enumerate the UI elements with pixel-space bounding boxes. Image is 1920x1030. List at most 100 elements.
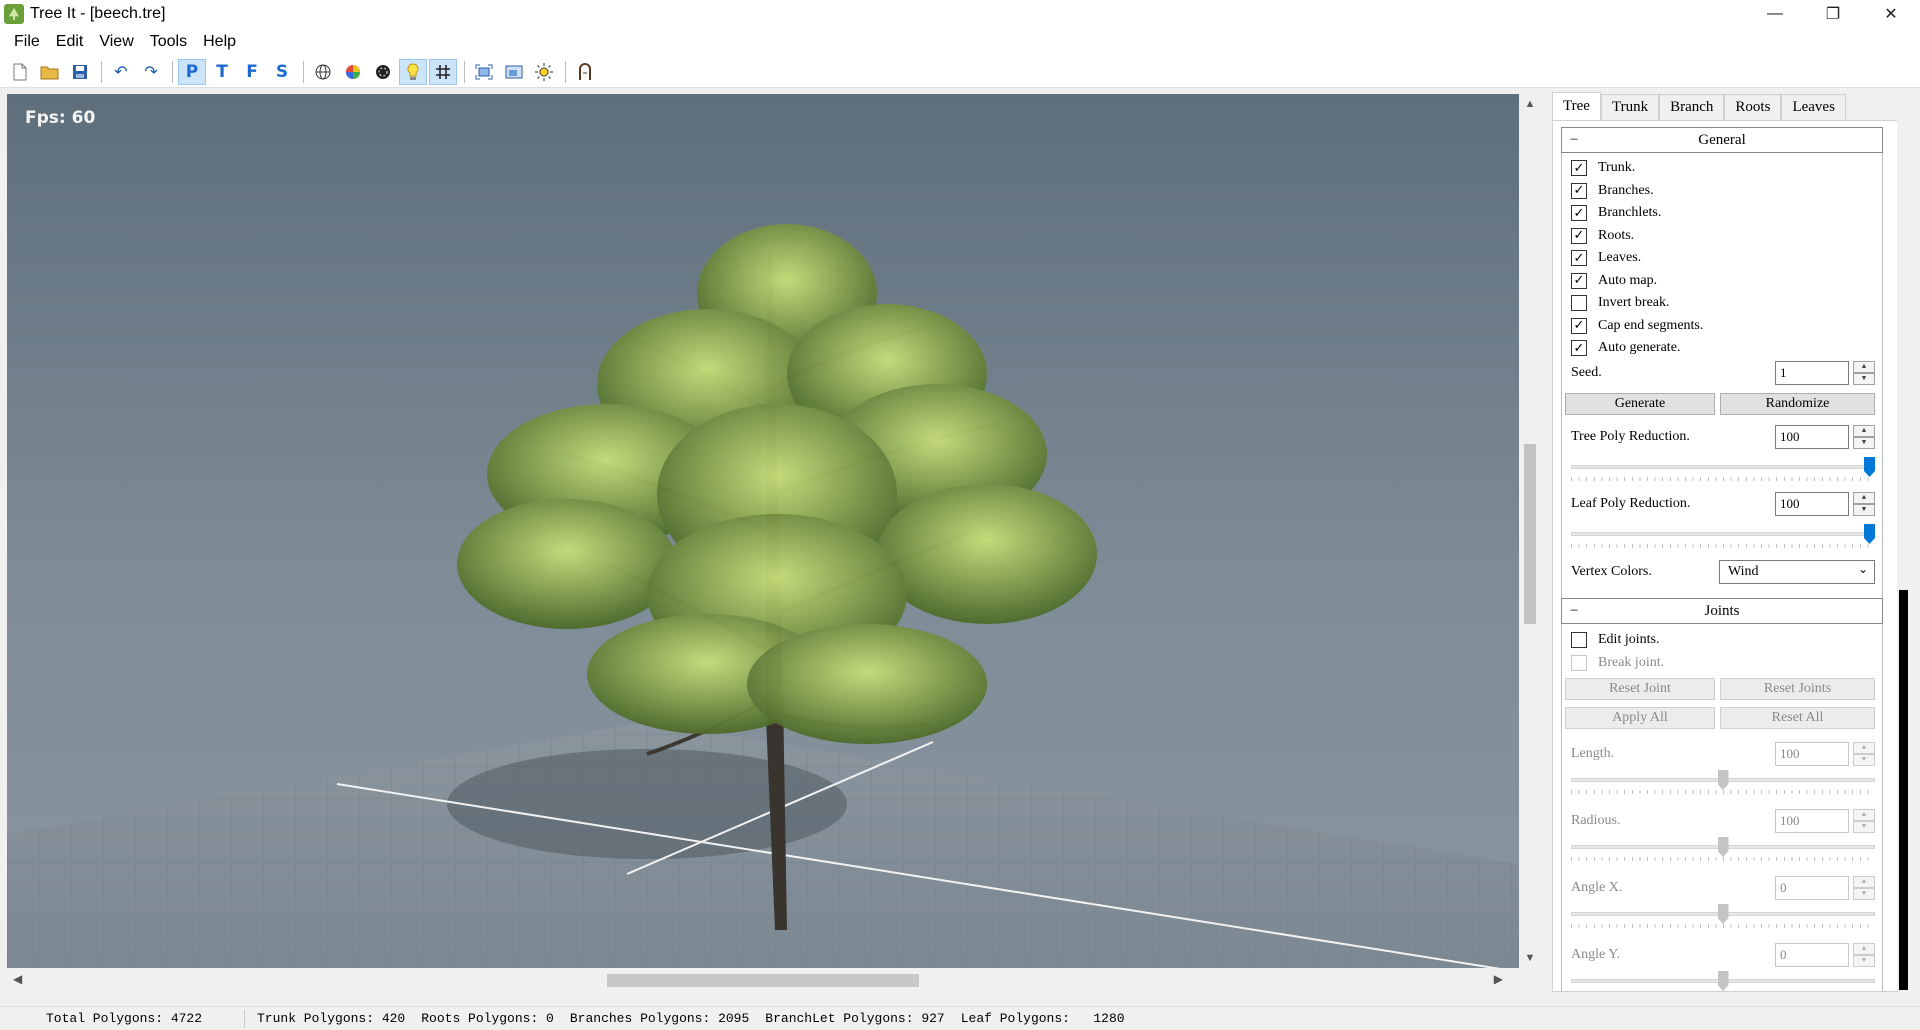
leaf-poly-reduction-spinbox[interactable]: 100 ▲ ▼ bbox=[1775, 492, 1875, 516]
seed-input[interactable]: 1 bbox=[1775, 361, 1849, 385]
close-button[interactable]: ✕ bbox=[1862, 0, 1920, 28]
general-checkbox[interactable]: ✓ Auto map. bbox=[1571, 271, 1657, 291]
color-wheel-icon[interactable] bbox=[339, 59, 367, 85]
spin-down-icon[interactable]: ▼ bbox=[1853, 504, 1875, 516]
redo-icon[interactable]: ↷ bbox=[137, 59, 165, 85]
viewport-vertical-scrollbar[interactable]: ▲ ▼ bbox=[1521, 94, 1539, 968]
tree-poly-reduction-input[interactable]: 100 bbox=[1775, 425, 1849, 449]
wind-icon[interactable] bbox=[571, 59, 599, 85]
general-section-header[interactable]: − General bbox=[1561, 127, 1883, 153]
apply-all-button[interactable]: Apply All bbox=[1565, 707, 1715, 729]
leaf-poly-reduction-input[interactable]: 100 bbox=[1775, 492, 1849, 516]
tab-branch[interactable]: Branch bbox=[1659, 94, 1725, 120]
angle-y-input[interactable]: 0 bbox=[1775, 943, 1849, 967]
vertical-scroll-thumb[interactable] bbox=[1524, 444, 1536, 624]
checkmark-icon[interactable]: ✓ bbox=[1571, 160, 1587, 176]
tab-leaves[interactable]: Leaves bbox=[1781, 94, 1846, 120]
viewport-horizontal-scrollbar[interactable]: ◀ ▶ bbox=[7, 970, 1519, 990]
front-view-button[interactable]: F bbox=[238, 59, 266, 85]
scroll-left-icon[interactable]: ◀ bbox=[13, 972, 22, 986]
checkmark-icon[interactable]: ✓ bbox=[1571, 205, 1587, 221]
seed-spinbox[interactable]: 1 ▲ ▼ bbox=[1775, 361, 1875, 385]
side-view-button[interactable]: S bbox=[268, 59, 296, 85]
generate-button[interactable]: Generate bbox=[1565, 393, 1715, 415]
checkmark-icon[interactable]: ✓ bbox=[1571, 272, 1587, 289]
tree-poly-reduction-slider[interactable] bbox=[1571, 457, 1875, 487]
tab-tree[interactable]: Tree bbox=[1552, 92, 1601, 120]
texture-icon[interactable] bbox=[369, 59, 397, 85]
menu-help[interactable]: Help bbox=[195, 33, 244, 51]
slider-thumb[interactable] bbox=[1717, 837, 1729, 857]
slider-thumb[interactable] bbox=[1717, 904, 1729, 924]
spin-down-icon[interactable]: ▼ bbox=[1853, 437, 1875, 449]
scroll-right-icon[interactable]: ▶ bbox=[1494, 972, 1503, 986]
reset-joint-button[interactable]: Reset Joint bbox=[1565, 678, 1715, 700]
length-input[interactable]: 100 bbox=[1775, 742, 1849, 766]
open-folder-icon[interactable] bbox=[36, 59, 64, 85]
slider-thumb[interactable] bbox=[1717, 971, 1729, 991]
checkbox-box[interactable] bbox=[1571, 655, 1587, 671]
new-file-icon[interactable] bbox=[6, 59, 34, 85]
horizontal-scroll-thumb[interactable] bbox=[607, 974, 919, 987]
angle-y-slider[interactable] bbox=[1571, 971, 1875, 991]
menu-view[interactable]: View bbox=[91, 33, 141, 51]
spin-down-icon[interactable]: ▼ bbox=[1853, 754, 1875, 766]
3d-viewport[interactable]: Fps: 60 bbox=[7, 94, 1519, 968]
sun-icon[interactable] bbox=[530, 59, 558, 85]
reset-all-button[interactable]: Reset All bbox=[1720, 707, 1875, 729]
minimize-button[interactable]: — bbox=[1746, 0, 1804, 28]
break-joint-checkbox[interactable]: Break joint. bbox=[1571, 653, 1664, 673]
top-view-button[interactable]: T bbox=[208, 59, 236, 85]
joints-section-header[interactable]: − Joints bbox=[1561, 598, 1883, 624]
spin-down-icon[interactable]: ▼ bbox=[1853, 373, 1875, 385]
vertex-colors-select[interactable]: Wind ⌄ bbox=[1719, 560, 1875, 584]
spin-down-icon[interactable]: ▼ bbox=[1853, 821, 1875, 833]
tab-trunk[interactable]: Trunk bbox=[1600, 94, 1660, 120]
wireframe-icon[interactable] bbox=[309, 59, 337, 85]
general-checkbox[interactable]: ✓ Branches. bbox=[1571, 181, 1654, 201]
spin-up-icon[interactable]: ▲ bbox=[1853, 943, 1875, 955]
checkmark-icon[interactable]: ✓ bbox=[1571, 340, 1587, 356]
menu-file[interactable]: File bbox=[6, 33, 48, 51]
maximize-button[interactable]: ❐ bbox=[1804, 0, 1862, 28]
undo-icon[interactable]: ↶ bbox=[107, 59, 135, 85]
general-checkbox[interactable]: ✓ Roots. bbox=[1571, 226, 1634, 246]
radious-slider[interactable] bbox=[1571, 837, 1875, 867]
tab-roots[interactable]: Roots bbox=[1724, 94, 1782, 120]
radious-input[interactable]: 100 bbox=[1775, 809, 1849, 833]
scroll-down-icon[interactable]: ▼ bbox=[1521, 952, 1539, 964]
angle-x-spinbox[interactable]: 0 ▲ ▼ bbox=[1775, 876, 1875, 900]
collapse-icon[interactable]: − bbox=[1570, 599, 1578, 623]
menu-tools[interactable]: Tools bbox=[142, 33, 195, 51]
checkbox-box[interactable] bbox=[1571, 295, 1587, 311]
scroll-up-icon[interactable]: ▲ bbox=[1521, 98, 1539, 110]
leaf-poly-reduction-slider[interactable] bbox=[1571, 524, 1875, 554]
length-spinbox[interactable]: 100 ▲ ▼ bbox=[1775, 742, 1875, 766]
spin-up-icon[interactable]: ▲ bbox=[1853, 492, 1875, 504]
general-checkbox[interactable]: ✓ Cap end segments. bbox=[1571, 316, 1703, 336]
angle-x-input[interactable]: 0 bbox=[1775, 876, 1849, 900]
randomize-button[interactable]: Randomize bbox=[1720, 393, 1875, 415]
grid-icon[interactable] bbox=[429, 58, 457, 85]
angle-y-spinbox[interactable]: 0 ▲ ▼ bbox=[1775, 943, 1875, 967]
menu-edit[interactable]: Edit bbox=[48, 33, 92, 51]
screenshot-icon[interactable] bbox=[500, 59, 528, 85]
slider-thumb[interactable] bbox=[1864, 457, 1875, 477]
spin-up-icon[interactable]: ▲ bbox=[1853, 876, 1875, 888]
slider-thumb[interactable] bbox=[1864, 524, 1875, 544]
fit-view-icon[interactable] bbox=[470, 59, 498, 85]
tree-poly-reduction-spinbox[interactable]: 100 ▲ ▼ bbox=[1775, 425, 1875, 449]
general-checkbox[interactable]: ✓ Leaves. bbox=[1571, 248, 1641, 268]
reset-joints-button[interactable]: Reset Joints bbox=[1720, 678, 1875, 700]
perspective-view-button[interactable]: P bbox=[178, 58, 206, 85]
length-slider[interactable] bbox=[1571, 770, 1875, 800]
checkmark-icon[interactable]: ✓ bbox=[1571, 250, 1587, 266]
edit-joints-checkbox[interactable]: Edit joints. bbox=[1571, 630, 1659, 650]
save-icon[interactable] bbox=[66, 59, 94, 85]
checkbox-box[interactable] bbox=[1571, 632, 1587, 648]
light-icon[interactable] bbox=[399, 58, 427, 85]
general-checkbox[interactable]: ✓ Branchlets. bbox=[1571, 203, 1661, 223]
spin-down-icon[interactable]: ▼ bbox=[1853, 955, 1875, 967]
spin-up-icon[interactable]: ▲ bbox=[1853, 425, 1875, 437]
checkmark-icon[interactable]: ✓ bbox=[1571, 182, 1587, 199]
